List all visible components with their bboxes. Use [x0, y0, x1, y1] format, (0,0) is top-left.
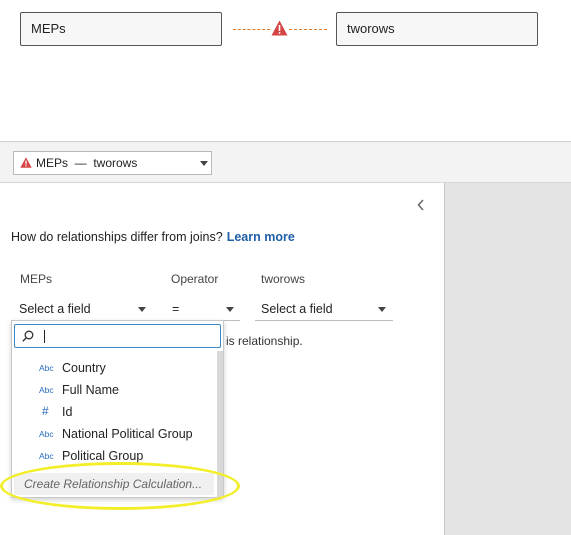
chevron-down-icon[interactable]	[378, 307, 386, 312]
operator-column-label: Operator	[171, 272, 219, 286]
operator-select[interactable]: =	[172, 302, 179, 316]
right-field-placeholder: Select a field	[261, 302, 333, 316]
left-field-placeholder: Select a field	[19, 302, 91, 316]
number-type-icon: #	[42, 404, 49, 418]
field-option-label: Full Name	[62, 383, 119, 397]
learn-more-link[interactable]: Learn more	[227, 230, 295, 244]
collapse-panel-button[interactable]	[417, 198, 425, 214]
left-table-card[interactable]: MEPs	[20, 12, 222, 46]
string-type-icon: Abc	[39, 451, 54, 461]
field-option-label: Id	[62, 405, 73, 419]
help-question: How do relationships differ from joins?	[11, 230, 223, 244]
highlight-annotation	[0, 462, 240, 510]
chevron-down-icon[interactable]	[226, 307, 234, 312]
field-search-input[interactable]	[14, 324, 221, 348]
relationship-select[interactable]: MEPs — tworows	[13, 151, 212, 175]
search-icon	[22, 330, 34, 342]
relationship-canvas: MEPs tworows	[0, 0, 571, 141]
string-type-icon: Abc	[39, 385, 54, 395]
right-field-select[interactable]: Select a field	[261, 302, 333, 316]
left-field-select[interactable]: Select a field	[19, 302, 91, 316]
relationship-line-left	[233, 29, 270, 30]
left-column-label: MEPs	[20, 272, 53, 286]
chevron-left-icon	[417, 199, 424, 211]
relationship-select-label: MEPs — tworows	[36, 156, 138, 170]
right-table-card[interactable]: tworows	[336, 12, 538, 46]
field-option-label: Political Group	[62, 449, 144, 463]
text-cursor	[44, 330, 45, 343]
left-table-name: MEPs	[31, 21, 66, 36]
side-pane	[444, 183, 571, 535]
right-column-label: tworows	[261, 272, 306, 286]
relationship-line-right	[289, 29, 327, 30]
relationship-hint: is relationship.	[226, 334, 303, 348]
string-type-icon: Abc	[39, 429, 54, 439]
chevron-down-icon[interactable]	[138, 307, 146, 312]
warning-icon[interactable]	[271, 20, 288, 36]
right-table-name: tworows	[347, 21, 395, 36]
right-field-underline	[255, 320, 393, 321]
relationship-help: How do relationships differ from joins? L…	[11, 230, 295, 244]
field-option-label: National Political Group	[62, 427, 193, 441]
relationship-toolbar: MEPs — tworows	[0, 141, 571, 183]
warning-icon	[20, 157, 32, 168]
string-type-icon: Abc	[39, 363, 54, 373]
operator-value: =	[172, 302, 180, 316]
chevron-down-icon	[200, 161, 208, 166]
field-option-label: Country	[62, 361, 106, 375]
